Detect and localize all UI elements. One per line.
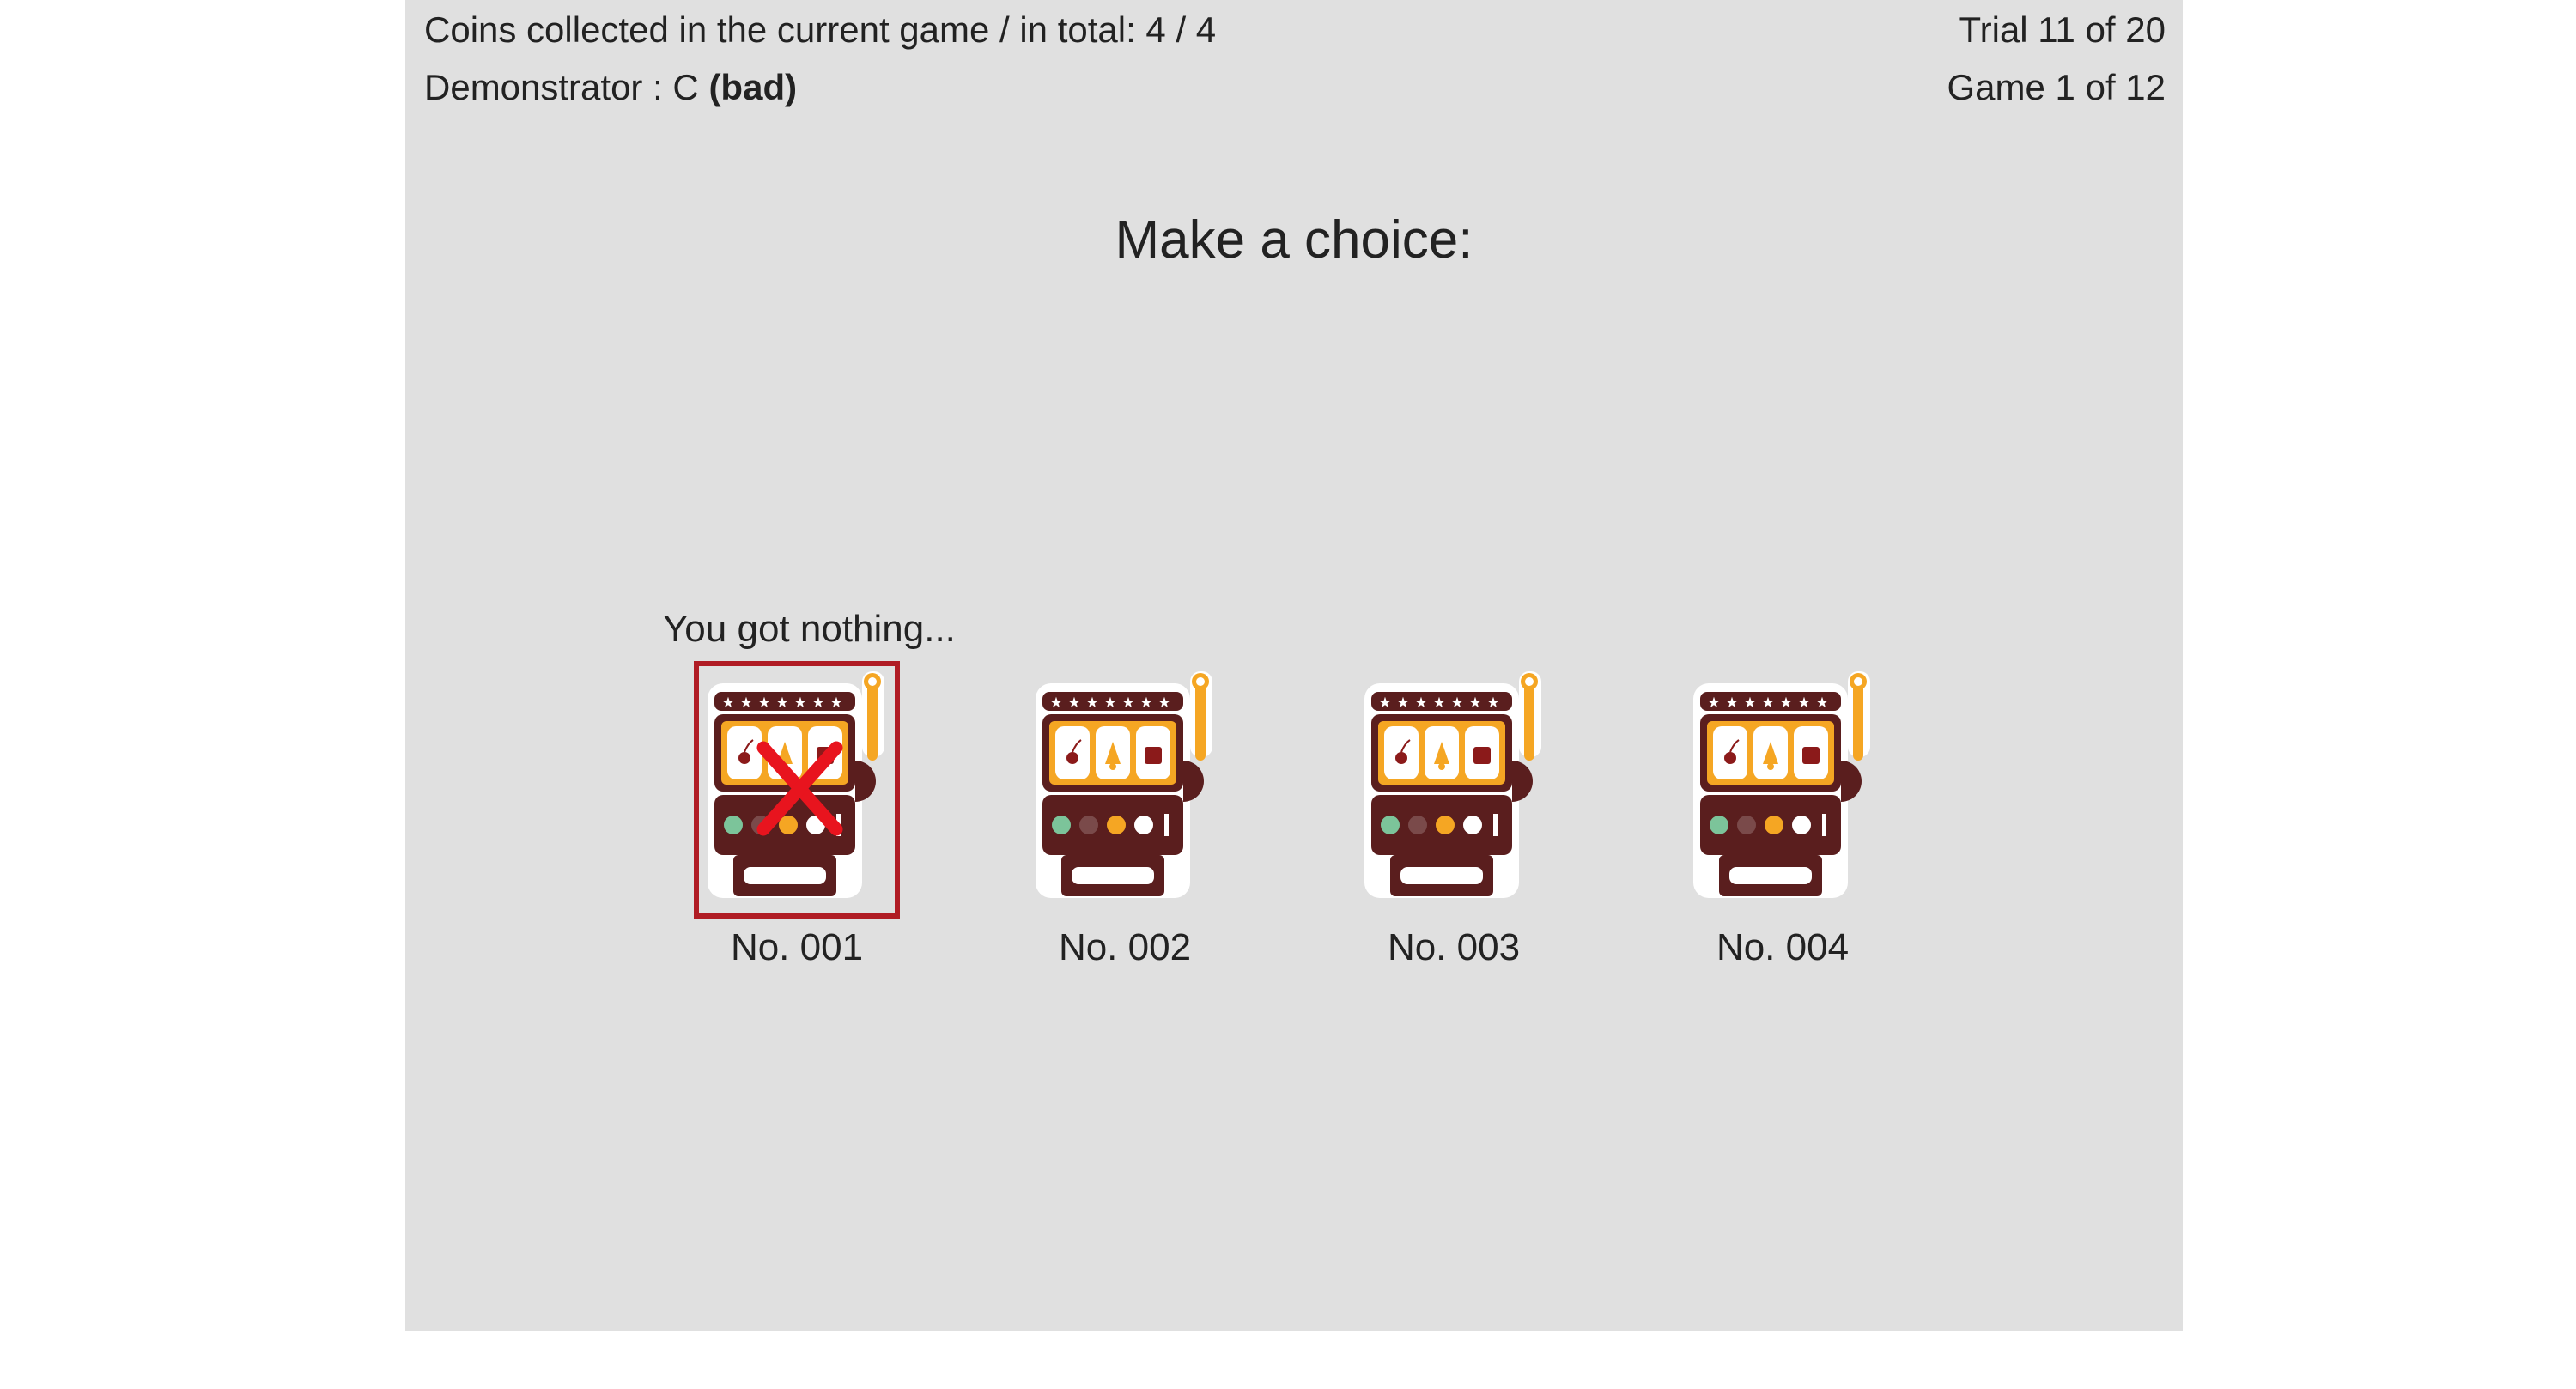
svg-text:★: ★ (1432, 694, 1445, 712)
svg-text:★: ★ (1139, 694, 1152, 712)
machine-label: No. 004 (1716, 926, 1850, 968)
svg-text:★: ★ (1761, 694, 1774, 712)
slot-machine-icon: ★ ★ ★ ★ ★ ★ ★ (1036, 671, 1212, 898)
svg-text:★: ★ (1725, 694, 1738, 712)
machine-label: No. 002 (1058, 926, 1192, 968)
svg-text:★: ★ (1779, 694, 1792, 712)
slot-machine-2[interactable]: ★ ★ ★ ★ ★ ★ ★ No. 002 (1022, 661, 1228, 972)
svg-text:★: ★ (1157, 694, 1170, 712)
svg-text:★: ★ (1378, 694, 1391, 712)
demonstrator-quality: (bad) (708, 67, 798, 107)
svg-text:★: ★ (1121, 694, 1134, 712)
svg-text:★: ★ (1486, 694, 1499, 712)
svg-text:★: ★ (1707, 694, 1720, 712)
svg-text:★: ★ (1450, 694, 1463, 712)
svg-text:★: ★ (1396, 694, 1409, 712)
svg-text:★: ★ (1085, 694, 1098, 712)
machine-label: No. 001 (730, 926, 864, 968)
svg-text:★: ★ (1797, 694, 1810, 712)
svg-text:★: ★ (1468, 694, 1481, 712)
outcome-feedback: You got nothing... (663, 608, 956, 650)
svg-text:★: ★ (1103, 694, 1116, 712)
machine-label: No. 003 (1387, 926, 1521, 968)
slot-machine-1[interactable]: ★ ★ ★ ★ ★ ★ ★ No. 001 (694, 661, 900, 972)
trial-counter: Trial 11 of 20 (1959, 9, 2166, 50)
selection-frame[interactable]: ★ ★ ★ ★ ★ ★ ★ (1351, 661, 1557, 919)
demonstrator-info: Demonstrator : C (bad) (424, 66, 797, 109)
svg-text:★: ★ (1414, 694, 1427, 712)
choice-prompt: Make a choice: (1115, 210, 1473, 270)
svg-text:★: ★ (1743, 694, 1756, 712)
selection-frame[interactable]: ★ ★ ★ ★ ★ ★ ★ (694, 661, 900, 919)
slot-machine-icon: ★ ★ ★ ★ ★ ★ ★ (1693, 671, 1870, 898)
game-panel: Coins collected in the current game / in… (405, 0, 2183, 1331)
coins-counter: Coins collected in the current game / in… (424, 9, 1217, 50)
svg-text:★: ★ (1049, 694, 1062, 712)
slot-machine-4[interactable]: ★ ★ ★ ★ ★ ★ ★ No. 004 (1680, 661, 1886, 972)
game-counter: Game 1 of 12 (1947, 67, 2166, 107)
svg-text:★: ★ (1815, 694, 1828, 712)
svg-text:★: ★ (1067, 694, 1080, 712)
selection-frame[interactable]: ★ ★ ★ ★ ★ ★ ★ (1022, 661, 1228, 919)
selection-frame[interactable]: ★ ★ ★ ★ ★ ★ ★ (1680, 661, 1886, 919)
demonstrator-label: Demonstrator : C (424, 67, 709, 107)
slot-machine-3[interactable]: ★ ★ ★ ★ ★ ★ ★ No. 003 (1351, 661, 1557, 972)
cross-icon (756, 741, 843, 836)
slot-machine-icon: ★ ★ ★ ★ ★ ★ ★ (1364, 671, 1541, 898)
